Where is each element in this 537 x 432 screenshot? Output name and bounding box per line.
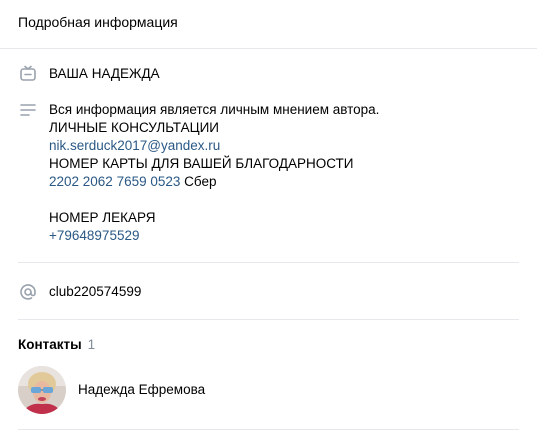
divider <box>18 262 519 263</box>
phone-link[interactable]: +79648975529 <box>49 228 139 243</box>
section-header: Подробная информация <box>0 0 537 49</box>
description-line: ЛИЧНЫЕ КОНСУЛЬТАЦИИ <box>49 120 219 135</box>
group-address[interactable]: club220574599 <box>49 283 141 301</box>
description-line: Вся информация является личным мнением а… <box>49 102 380 117</box>
contacts-heading[interactable]: Контакты 1 <box>18 336 95 354</box>
divider <box>18 319 519 320</box>
description-blank-line <box>49 191 379 209</box>
text-lines-icon <box>18 100 38 120</box>
group-description: Вся информация является личным мнением а… <box>49 101 379 245</box>
contacts-title: Контакты <box>18 337 82 352</box>
divider <box>18 429 519 430</box>
description-line: НОМЕР КАРТЫ ДЛЯ ВАШЕЙ БЛАГОДАРНОСТИ <box>49 156 354 171</box>
description-line: НОМЕР ЛЕКАРЯ <box>49 210 156 225</box>
status-text: ВАША НАДЕЖДА <box>49 66 160 81</box>
email-link[interactable]: nik.serduck2017@yandex.ru <box>49 138 220 153</box>
contacts-count: 1 <box>87 337 96 352</box>
card-number-link[interactable]: 2202 2062 7659 0523 <box>49 174 180 189</box>
at-sign-icon <box>18 282 38 302</box>
status-badge-icon <box>18 64 38 84</box>
avatar[interactable] <box>18 366 66 414</box>
contact-name[interactable]: Надежда Ефремова <box>78 381 205 399</box>
card-bank-text: Сбер <box>180 174 217 189</box>
section-title: Подробная информация <box>18 14 178 30</box>
